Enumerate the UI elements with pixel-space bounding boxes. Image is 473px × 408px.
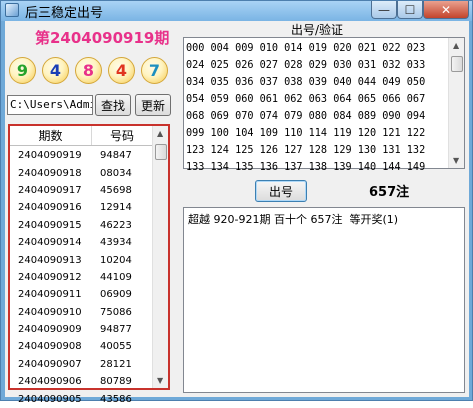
list-row[interactable]: 2404090910 75086 bbox=[10, 304, 152, 321]
list-row[interactable]: 2404090916 12914 bbox=[10, 199, 152, 216]
list-row[interactable]: 2404090908 40055 bbox=[10, 338, 152, 355]
list-row[interactable]: 2404090913 10204 bbox=[10, 251, 152, 268]
list-row[interactable]: 2404090918 08034 bbox=[10, 164, 152, 181]
scroll-up-icon[interactable]: ▲ bbox=[453, 41, 459, 50]
period-cell: 2404090905 bbox=[18, 393, 82, 405]
list-row[interactable]: 2404090919 94847 bbox=[10, 147, 152, 164]
result-text: 超越 920-921期 百十个 657注 等开奖(1) bbox=[188, 213, 399, 226]
number-cell: 10204 bbox=[100, 254, 132, 266]
number-cell: 43934 bbox=[100, 237, 132, 249]
title-bar[interactable]: 后三稳定出号 — ☐ ✕ bbox=[1, 1, 472, 21]
scroll-thumb[interactable] bbox=[451, 56, 463, 72]
number-cell: 75086 bbox=[100, 306, 132, 318]
list-row[interactable]: 2404090914 43934 bbox=[10, 234, 152, 251]
scroll-down-icon[interactable]: ▼ bbox=[453, 156, 459, 165]
count-label: 657注 bbox=[369, 185, 410, 200]
draw-button[interactable]: 出号 bbox=[255, 180, 307, 202]
list-row[interactable]: 2404090906 80789 bbox=[10, 373, 152, 390]
window-title: 后三稳定出号 bbox=[25, 6, 104, 21]
number-ball: 9 bbox=[9, 57, 36, 84]
column-header-number[interactable]: 号码 bbox=[92, 126, 152, 145]
period-cell: 2404090911 bbox=[18, 289, 82, 301]
number-cell: 40055 bbox=[100, 341, 132, 353]
period-cell: 2404090906 bbox=[18, 376, 82, 388]
period-cell: 2404090908 bbox=[18, 341, 82, 353]
number-ball: 4 bbox=[42, 57, 69, 84]
scroll-up-icon[interactable]: ▲ bbox=[157, 129, 163, 138]
history-scrollbar[interactable]: ▲ ▼ bbox=[152, 126, 168, 388]
verify-label: 出号/验证 bbox=[291, 23, 344, 37]
client-area: 第2404090919期 9 4 8 4 7 C:\Users\Admir 查找… bbox=[5, 21, 469, 405]
period-cell: 2404090912 bbox=[18, 271, 82, 283]
number-cell: 80789 bbox=[100, 376, 132, 388]
number-cell: 08034 bbox=[100, 167, 132, 179]
number-cell: 44109 bbox=[100, 271, 132, 283]
number-cell: 45698 bbox=[100, 184, 132, 196]
list-row[interactable]: 2404090917 45698 bbox=[10, 182, 152, 199]
number-cell: 46223 bbox=[100, 219, 132, 231]
period-cell: 2404090907 bbox=[18, 358, 82, 370]
number-cell: 28121 bbox=[100, 358, 132, 370]
period-cell: 2404090916 bbox=[18, 202, 82, 214]
update-button[interactable]: 更新 bbox=[135, 94, 171, 116]
period-cell: 2404090910 bbox=[18, 306, 82, 318]
period-title: 第2404090919期 bbox=[35, 29, 170, 47]
app-icon bbox=[5, 3, 19, 17]
period-cell: 2404090918 bbox=[18, 167, 82, 179]
period-cell: 2404090909 bbox=[18, 324, 82, 336]
list-row[interactable]: 2404090911 06909 bbox=[10, 286, 152, 303]
result-textbox[interactable]: 超越 920-921期 百十个 657注 等开奖(1) bbox=[183, 207, 465, 393]
list-row[interactable]: 2404090912 44109 bbox=[10, 269, 152, 286]
number-ball: 7 bbox=[141, 57, 168, 84]
period-cell: 2404090917 bbox=[18, 184, 82, 196]
list-row[interactable]: 2404090905 43586 bbox=[10, 390, 152, 407]
maximize-button[interactable]: ☐ bbox=[397, 1, 423, 19]
number-cell: 06909 bbox=[100, 289, 132, 301]
number-cell: 43586 bbox=[100, 393, 132, 405]
minimize-button[interactable]: — bbox=[371, 1, 397, 19]
period-cell: 2404090913 bbox=[18, 254, 82, 266]
number-ball: 4 bbox=[108, 57, 135, 84]
list-row[interactable]: 2404090915 46223 bbox=[10, 217, 152, 234]
number-cell: 12914 bbox=[100, 202, 132, 214]
app-window: 后三稳定出号 — ☐ ✕ 第2404090919期 9 4 8 4 7 C:\U… bbox=[0, 0, 473, 405]
number-cell: 94877 bbox=[100, 324, 132, 336]
list-header: 期数 号码 bbox=[10, 126, 152, 146]
numbers-textbox[interactable]: 000 004 009 010 014 019 020 021 022 023 … bbox=[183, 37, 465, 173]
period-cell: 2404090915 bbox=[18, 219, 82, 231]
number-ball: 8 bbox=[75, 57, 102, 84]
numbers-text: 000 004 009 010 014 019 020 021 022 023 … bbox=[186, 43, 426, 173]
list-row[interactable]: 2404090909 94877 bbox=[10, 321, 152, 338]
list-body: 2404090919 94847 2404090918 08034 2404090917… bbox=[10, 147, 152, 408]
search-button[interactable]: 查找 bbox=[95, 94, 131, 116]
list-row[interactable]: 2404090907 28121 bbox=[10, 356, 152, 373]
number-cell: 94847 bbox=[100, 150, 132, 162]
period-cell: 2404090914 bbox=[18, 237, 82, 249]
scroll-thumb[interactable] bbox=[155, 144, 167, 160]
close-button[interactable]: ✕ bbox=[423, 1, 469, 19]
scroll-down-icon[interactable]: ▼ bbox=[157, 376, 163, 385]
history-list: 期数 号码 2404090919 94847 2404090918 08034 2404… bbox=[8, 124, 170, 405]
path-input[interactable]: C:\Users\Admir bbox=[7, 95, 93, 115]
period-cell: 2404090919 bbox=[18, 150, 82, 162]
numbers-scrollbar[interactable]: ▲ ▼ bbox=[448, 38, 464, 168]
column-header-period[interactable]: 期数 bbox=[10, 126, 92, 145]
